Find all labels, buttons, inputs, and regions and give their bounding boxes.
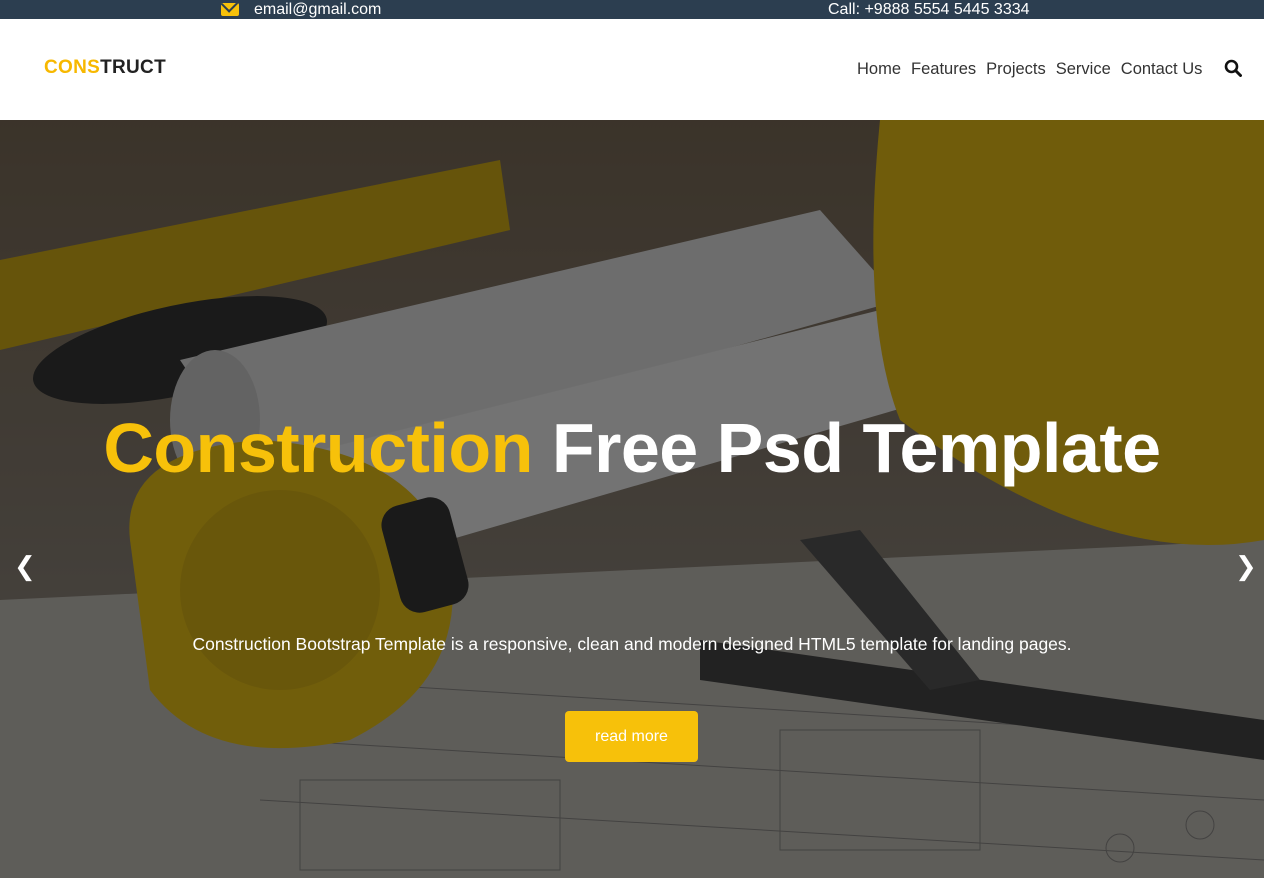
envelope-icon [221,3,239,16]
nav-projects[interactable]: Projects [986,58,1046,80]
email-text[interactable]: email@gmail.com [254,1,381,19]
read-more-button[interactable]: read more [565,711,698,762]
slider-next-arrow-icon[interactable]: ❯ [1235,553,1257,579]
phone-text[interactable]: Call: +9888 5554 5445 3334 [828,0,1030,19]
hero-subtitle: Construction Bootstrap Template is a res… [192,634,1072,654]
logo-part-2: TRUCT [100,57,166,78]
search-icon[interactable] [1224,59,1242,77]
slider-prev-arrow-icon[interactable]: ❮ [14,553,36,579]
hero-title-highlight: Construction [103,409,533,487]
nav-home[interactable]: Home [857,58,901,80]
main-nav: Home Features Projects Service Contact U… [857,58,1202,80]
hero-title: Construction Free Psd Template [0,408,1264,488]
header: CONSTRUCT Home Features Projects Service… [0,19,1264,120]
hero-slider: Construction Free Psd Template Construct… [0,120,1264,878]
hero-overlay [0,120,1264,878]
logo[interactable]: CONSTRUCT [44,57,166,79]
logo-part-1: CONS [44,57,101,78]
top-bar-email[interactable]: email@gmail.com [221,0,381,19]
top-bar: email@gmail.com Call: +9888 5554 5445 33… [0,0,1264,19]
nav-features[interactable]: Features [911,58,976,80]
nav-service[interactable]: Service [1056,58,1111,80]
hero-title-rest: Free Psd Template [551,409,1161,487]
nav-contact-us[interactable]: Contact Us [1121,58,1203,80]
